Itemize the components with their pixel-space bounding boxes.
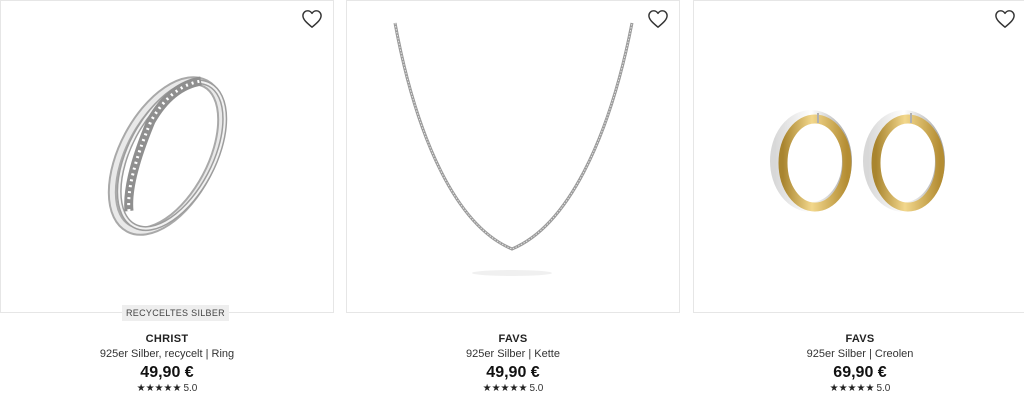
heart-outline-icon [302,10,322,28]
wishlist-button[interactable] [301,9,325,31]
product-rating: ★★★★★ 5.0 [693,383,1024,395]
product-brand: FAVS [498,333,528,345]
product-info: FAVS 925er Silber | Creolen 69,90 € ★★★★… [693,333,1024,395]
product-price: 49,90 € [140,364,194,381]
product-grid: RECYCELTES SILBER CHRIST 925er Silber, r… [0,0,1024,410]
rating-value: 5.0 [529,383,544,394]
product-info: CHRIST 925er Silber, recycelt | Ring 49,… [0,333,334,395]
wishlist-button[interactable] [994,9,1018,31]
heart-outline-icon [995,10,1015,28]
product-price: 49,90 € [486,364,540,381]
earrings-image[interactable] [694,1,1024,312]
heart-outline-icon [648,10,668,28]
product-description: 925er Silber, recycelt | Ring [99,348,235,360]
star-rating-icon: ★★★★★ [829,383,875,394]
product-image-container[interactable] [0,0,334,313]
necklace-image[interactable] [347,1,679,312]
star-rating-icon: ★★★★★ [136,383,182,394]
product-brand: CHRIST [145,333,189,345]
rating-value: 5.0 [876,383,891,394]
product-description: 925er Silber | Creolen [806,348,914,360]
product-image-container[interactable] [693,0,1024,313]
product-brand: FAVS [845,333,875,345]
product-card[interactable]: RECYCELTES SILBER CHRIST 925er Silber, r… [0,0,334,410]
ring-image[interactable] [1,1,333,312]
product-price: 69,90 € [833,364,887,381]
product-image-container[interactable] [346,0,680,313]
product-description: 925er Silber | Kette [466,348,560,360]
rating-value: 5.0 [183,383,198,394]
product-rating: ★★★★★ 5.0 [0,383,334,395]
product-rating: ★★★★★ 5.0 [346,383,680,395]
wishlist-button[interactable] [647,9,671,31]
product-card[interactable]: FAVS 925er Silber | Kette 49,90 € ★★★★★ 5… [346,0,680,410]
product-info: FAVS 925er Silber | Kette 49,90 € ★★★★★ 5… [346,333,680,395]
star-rating-icon: ★★★★★ [482,383,528,394]
product-card[interactable]: FAVS 925er Silber | Creolen 69,90 € ★★★★… [693,0,1024,410]
recycled-silver-badge: RECYCELTES SILBER [122,305,229,321]
